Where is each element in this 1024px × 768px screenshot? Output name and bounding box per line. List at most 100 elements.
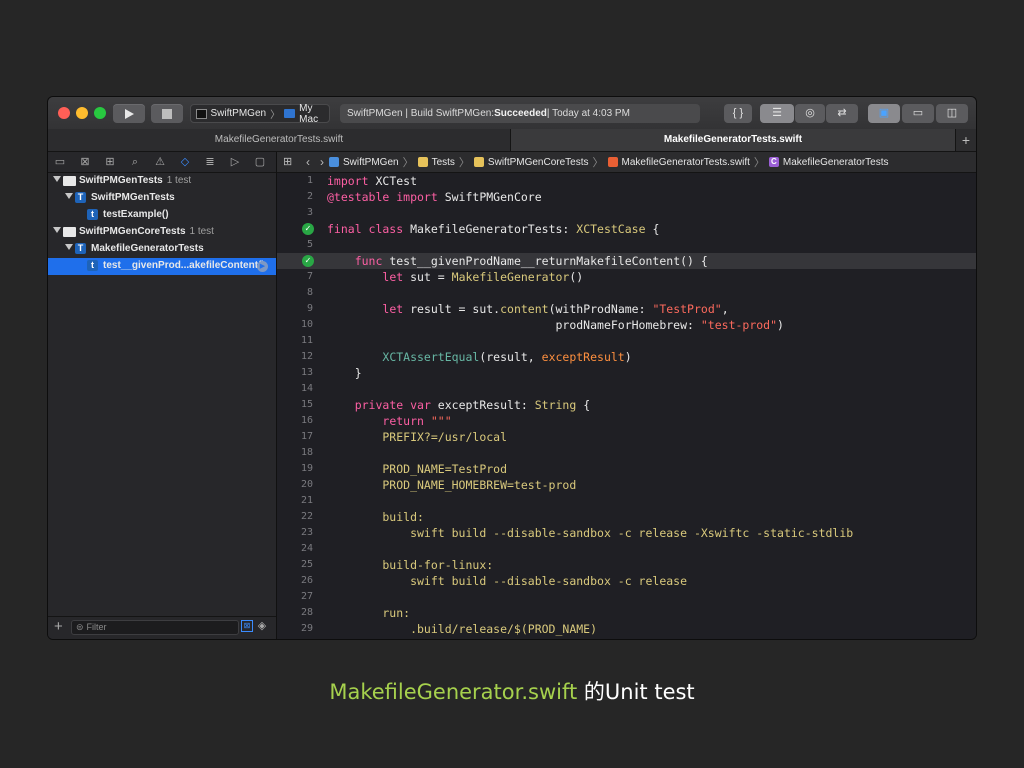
version-editor-button[interactable]: ⇄ [826, 104, 858, 123]
code-line: 8 [277, 285, 976, 301]
code-line: 27 [277, 589, 976, 605]
tree-row-swiftpmgentests-class[interactable]: T SwiftPMGenTests [48, 190, 276, 207]
code-text: } [327, 366, 362, 380]
jump-item-class[interactable]: MakefileGeneratorTests [783, 157, 889, 168]
run-test-icon[interactable]: ▶ [257, 261, 268, 272]
code-line: 2 @testable import SwiftPMGenCore [277, 189, 976, 205]
test-tree: SwiftPMGenTests 1 test T SwiftPMGenTests … [48, 173, 276, 275]
toggle-debug-area-button[interactable]: ▭ [902, 104, 934, 123]
disclosure-triangle-icon[interactable] [53, 176, 61, 182]
code-line: 16 return """ [277, 413, 976, 429]
code-text: swift build --disable-sandbox -c release [327, 574, 688, 588]
library-button[interactable]: { } [724, 104, 752, 123]
add-tab-button[interactable]: + [955, 129, 976, 151]
test-passed-icon[interactable]: ✓ [302, 255, 314, 267]
code-line: 29 .build/release/$(PROD_NAME) [277, 621, 976, 637]
code-line: 11 [277, 333, 976, 349]
toggle-navigator-button[interactable]: ▣ [868, 104, 900, 123]
code-text: .build/release/$(PROD_NAME) [327, 622, 598, 636]
failed-tests-filter-icon[interactable]: ⊠ [241, 620, 253, 632]
terminal-icon [196, 108, 207, 119]
source-editor[interactable]: 1 import XCTest 2 @testable import SwiftPM… [277, 173, 976, 639]
chevron-right-icon: 〉 [402, 157, 414, 169]
standard-editor-button[interactable]: ☰ [760, 104, 794, 123]
row-label-text: SwiftPMGenTests [91, 192, 175, 203]
project-icon [329, 157, 339, 167]
activity-status: Succeeded [494, 108, 547, 119]
folder-icon [417, 157, 428, 167]
toggle-inspector-button[interactable]: ◫ [936, 104, 968, 123]
tree-row-makefilegeneratortests-class[interactable]: T MakefileGeneratorTests [48, 241, 276, 258]
jump-item-file[interactable]: MakefileGeneratorTests.swift [622, 157, 750, 168]
test-bundle-icon [63, 176, 76, 186]
code-text: swift build --disable-sandbox -c release… [327, 526, 854, 540]
close-window-button[interactable] [58, 107, 70, 119]
back-arrow-icon[interactable]: ‹ [306, 155, 310, 169]
folder-icon [473, 157, 484, 167]
navigator-selector-bar: ▭ ⊠ ⊞ ⌕ ⚠ ◇ ≣ ▷ ▢ [48, 152, 276, 173]
assistant-editor-button[interactable]: ◎ [795, 104, 825, 123]
line-number: 18 [300, 447, 313, 458]
related-items-icon[interactable]: ⊞ [283, 157, 295, 168]
add-icon[interactable]: + [54, 619, 63, 635]
line-number: 24 [300, 543, 313, 554]
warning-icon[interactable]: ⚠ [152, 154, 168, 170]
filter-input[interactable]: ⊜ Filter [71, 620, 239, 635]
line-number: 17 [300, 431, 313, 442]
jump-item-group[interactable]: SwiftPMGenCoreTests [488, 157, 589, 168]
jump-item-tests[interactable]: Tests [432, 157, 455, 168]
lines-icon: ☰ [772, 107, 782, 119]
code-text: @testable import SwiftPMGenCore [327, 190, 542, 204]
tab-makefile-generator-tests-2[interactable]: MakefileGeneratorTests.swift [511, 129, 955, 151]
stop-button[interactable] [151, 104, 183, 123]
code-text: import XCTest [327, 174, 418, 188]
minimize-window-button[interactable] [76, 107, 88, 119]
xcode-window: SwiftPMGen 〉 My Mac SwiftPMGen | Build S… [48, 97, 976, 639]
rings-icon: ◎ [805, 107, 815, 119]
scheme-selector[interactable]: SwiftPMGen 〉 My Mac [190, 103, 330, 125]
activity-viewer: SwiftPMGen | Build SwiftPMGen: Succeeded… [340, 104, 700, 123]
debug-icon[interactable]: ≣ [202, 154, 218, 170]
report-icon[interactable]: ▢ [252, 154, 268, 170]
code-line: 4✓final class MakefileGeneratorTests: XC… [277, 221, 976, 237]
code-line: 7 let sut = MakefileGenerator() [277, 269, 976, 285]
search-icon[interactable]: ⌕ [127, 154, 143, 170]
disclosure-triangle-icon[interactable] [65, 244, 73, 250]
tree-row-swiftpmgencoretests-target[interactable]: SwiftPMGenCoreTests 1 test [48, 224, 276, 241]
folder-icon[interactable]: ▭ [52, 154, 68, 170]
breakpoint-icon[interactable]: ▷ [227, 154, 243, 170]
source-control-icon[interactable]: ⊠ [77, 154, 93, 170]
line-number: 1 [306, 175, 313, 186]
line-number: 9 [306, 303, 313, 314]
disclosure-triangle-icon[interactable] [65, 193, 73, 199]
test-diamond-icon[interactable]: ◇ [177, 154, 193, 170]
test-class-icon: T [75, 192, 86, 203]
tree-row-selected-test[interactable]: t test__givenProd...akefileContent() ▶ [48, 258, 276, 275]
line-number: 22 [300, 511, 313, 522]
tab-makefile-generator-tests-1[interactable]: MakefileGeneratorTests.swift [48, 129, 511, 151]
line-number: 13 [300, 367, 313, 378]
swift-file-icon [607, 157, 618, 167]
row-label-text: test__givenProd...akefileContent() [103, 260, 265, 271]
arrows-icon: ⇄ [837, 107, 847, 119]
zoom-window-button[interactable] [94, 107, 106, 119]
run-button[interactable] [113, 104, 145, 123]
tab-bar: MakefileGeneratorTests.swift MakefileGen… [48, 129, 976, 152]
forward-arrow-icon[interactable]: › [320, 155, 324, 169]
toolbar: SwiftPMGen 〉 My Mac SwiftPMGen | Build S… [48, 97, 976, 130]
jump-item-project[interactable]: SwiftPMGen [343, 157, 399, 168]
tree-row-swiftpmgentests-target[interactable]: SwiftPMGenTests 1 test [48, 173, 276, 190]
line-number: 29 [300, 623, 313, 634]
disclosure-triangle-icon[interactable] [53, 227, 61, 233]
line-number: 15 [300, 399, 313, 410]
row-test-count: 1 test [189, 226, 214, 237]
test-status-filter-icon[interactable]: ◈ [256, 620, 268, 632]
line-number: 10 [300, 319, 313, 330]
test-passed-icon[interactable]: ✓ [302, 223, 314, 235]
mac-icon [284, 109, 296, 118]
code-line: 22 build: [277, 509, 976, 525]
line-number: 23 [300, 527, 313, 538]
tree-row-testexample[interactable]: t testExample() [48, 207, 276, 224]
hierarchy-icon[interactable]: ⊞ [102, 154, 118, 170]
code-line: 10 prodNameForHomebrew: "test-prod") [277, 317, 976, 333]
